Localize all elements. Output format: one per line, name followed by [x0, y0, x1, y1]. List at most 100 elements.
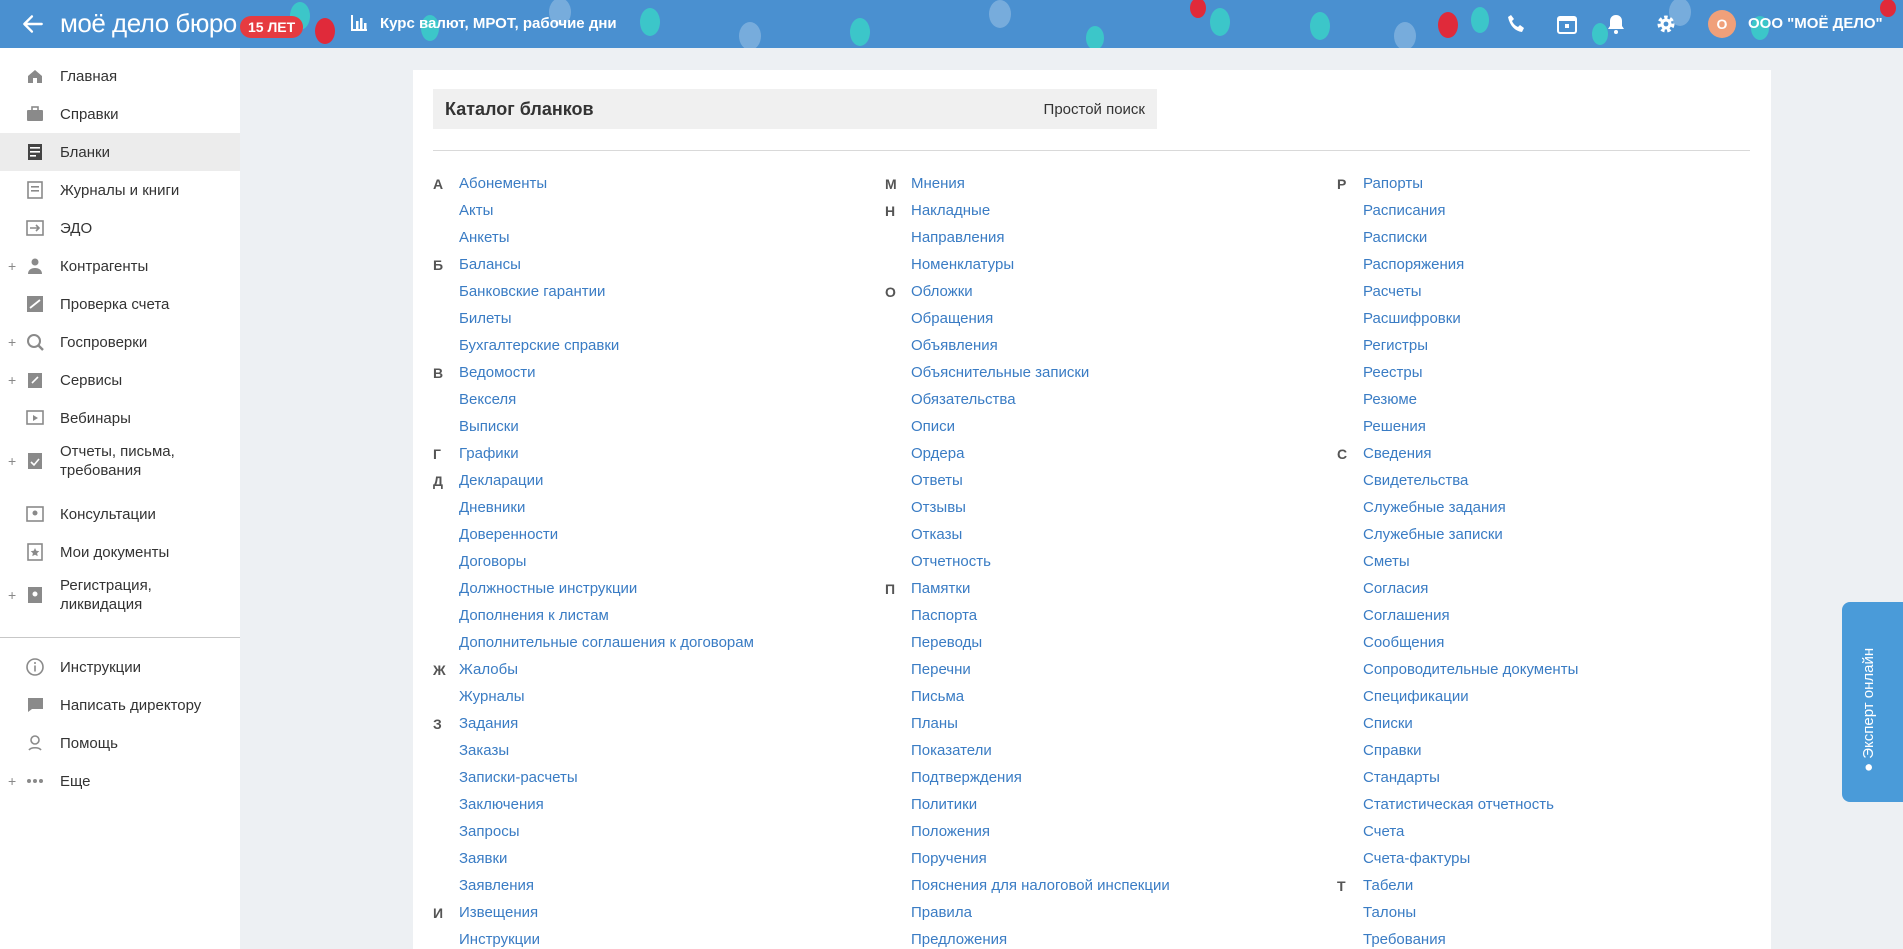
catalog-link[interactable]: Билеты	[459, 310, 511, 327]
catalog-link[interactable]: Объяснительные записки	[911, 364, 1089, 381]
sidebar-item-12[interactable]: Мои документы	[0, 533, 240, 571]
catalog-link[interactable]: Ведомости	[459, 364, 536, 381]
sidebar-item-2[interactable]: Бланки	[0, 133, 240, 171]
sidebar-item-13[interactable]: + Регистрация, ликвидация	[0, 571, 240, 619]
sidebar-item-8[interactable]: + Сервисы	[0, 361, 240, 399]
catalog-link[interactable]: Обложки	[911, 283, 973, 300]
catalog-link[interactable]: Письма	[911, 688, 964, 705]
expand-plus-icon[interactable]: +	[8, 258, 16, 274]
catalog-link[interactable]: Расчеты	[1363, 283, 1422, 300]
catalog-link[interactable]: Записки-расчеты	[459, 769, 578, 786]
catalog-link[interactable]: Договоры	[459, 553, 526, 570]
catalog-link[interactable]: Журналы	[459, 688, 525, 705]
company-name[interactable]: ООО "МОЁ ДЕЛО"	[1748, 15, 1883, 32]
catalog-link[interactable]: Должностные инструкции	[459, 580, 637, 597]
catalog-link[interactable]: Акты	[459, 202, 493, 219]
catalog-link[interactable]: Политики	[911, 796, 977, 813]
catalog-link[interactable]: Счета	[1363, 823, 1404, 840]
sidebar-item-3[interactable]: Журналы и книги	[0, 171, 240, 209]
catalog-link[interactable]: Заключения	[459, 796, 544, 813]
catalog-link[interactable]: Запросы	[459, 823, 520, 840]
logo[interactable]: моё дело бюро	[60, 8, 237, 39]
catalog-link[interactable]: Балансы	[459, 256, 521, 273]
simple-search-link[interactable]: Простой поиск	[1044, 101, 1145, 118]
catalog-link[interactable]: Рапорты	[1363, 175, 1423, 192]
catalog-link[interactable]: Служебные записки	[1363, 526, 1503, 543]
currency-rates-link[interactable]: Курс валют, МРОТ, рабочие дни	[380, 15, 617, 32]
catalog-link[interactable]: Дополнения к листам	[459, 607, 609, 624]
catalog-link[interactable]: Расписки	[1363, 229, 1427, 246]
catalog-link[interactable]: Переводы	[911, 634, 982, 651]
catalog-link[interactable]: Направления	[911, 229, 1005, 246]
sidebar-item-5[interactable]: + Контрагенты	[0, 247, 240, 285]
catalog-link[interactable]: Отчетность	[911, 553, 991, 570]
catalog-link[interactable]: Доверенности	[459, 526, 558, 543]
sidebar-item-7[interactable]: + Госпроверки	[0, 323, 240, 361]
sidebar-item-14[interactable]: Инструкции	[0, 648, 240, 686]
catalog-link[interactable]: Спецификации	[1363, 688, 1469, 705]
catalog-link[interactable]: Сопроводительные документы	[1363, 661, 1578, 678]
catalog-link[interactable]: Графики	[459, 445, 519, 462]
catalog-link[interactable]: Справки	[1363, 742, 1422, 759]
catalog-link[interactable]: Векселя	[459, 391, 516, 408]
catalog-link[interactable]: Соглашения	[1363, 607, 1450, 624]
catalog-link[interactable]: Табели	[1363, 877, 1413, 894]
catalog-link[interactable]: Реестры	[1363, 364, 1423, 381]
sidebar-item-4[interactable]: ЭДО	[0, 209, 240, 247]
catalog-link[interactable]: Сообщения	[1363, 634, 1444, 651]
catalog-link[interactable]: Требования	[1363, 931, 1446, 948]
catalog-link[interactable]: Расписания	[1363, 202, 1445, 219]
catalog-link[interactable]: Дополнительные соглашения к договорам	[459, 634, 754, 651]
phone-icon[interactable]	[1505, 12, 1529, 36]
sidebar-item-10[interactable]: + Отчеты, письма, требования	[0, 437, 240, 485]
catalog-link[interactable]: Анкеты	[459, 229, 510, 246]
catalog-link[interactable]: Заявки	[459, 850, 507, 867]
sidebar-item-0[interactable]: Главная	[0, 57, 240, 95]
catalog-link[interactable]: Памятки	[911, 580, 970, 597]
catalog-link[interactable]: Бухгалтерские справки	[459, 337, 619, 354]
catalog-link[interactable]: Талоны	[1363, 904, 1416, 921]
bell-icon[interactable]	[1604, 12, 1628, 36]
gear-icon[interactable]	[1654, 12, 1678, 36]
catalog-link[interactable]: Стандарты	[1363, 769, 1440, 786]
sidebar-item-16[interactable]: Помощь	[0, 724, 240, 762]
catalog-link[interactable]: Предложения	[911, 931, 1007, 948]
sidebar-item-15[interactable]: Написать директору	[0, 686, 240, 724]
catalog-link[interactable]: Жалобы	[459, 661, 518, 678]
catalog-link[interactable]: Выписки	[459, 418, 519, 435]
sidebar-item-17[interactable]: + Еще	[0, 762, 240, 800]
catalog-link[interactable]: Обращения	[911, 310, 993, 327]
sidebar-item-1[interactable]: Справки	[0, 95, 240, 133]
sidebar-item-6[interactable]: Проверка счета	[0, 285, 240, 323]
avatar[interactable]: О	[1708, 10, 1736, 38]
catalog-link[interactable]: Статистическая отчетность	[1363, 796, 1554, 813]
catalog-link[interactable]: Расшифровки	[1363, 310, 1461, 327]
catalog-link[interactable]: Накладные	[911, 202, 990, 219]
catalog-link[interactable]: Решения	[1363, 418, 1426, 435]
catalog-link[interactable]: Заявления	[459, 877, 534, 894]
back-arrow-icon[interactable]	[20, 11, 46, 37]
catalog-link[interactable]: Пояснения для налоговой инспекции	[911, 877, 1170, 894]
catalog-link[interactable]: Распоряжения	[1363, 256, 1464, 273]
catalog-link[interactable]: Сведения	[1363, 445, 1432, 462]
catalog-link[interactable]: Регистры	[1363, 337, 1428, 354]
catalog-link[interactable]: Отказы	[911, 526, 962, 543]
calendar-icon[interactable]	[1555, 12, 1579, 36]
catalog-link[interactable]: Положения	[911, 823, 990, 840]
catalog-link[interactable]: Счета-фактуры	[1363, 850, 1470, 867]
catalog-link[interactable]: Номенклатуры	[911, 256, 1014, 273]
catalog-link[interactable]: Заказы	[459, 742, 509, 759]
expand-plus-icon[interactable]: +	[8, 773, 16, 789]
catalog-link[interactable]: Ордера	[911, 445, 964, 462]
catalog-link[interactable]: Планы	[911, 715, 958, 732]
catalog-link[interactable]: Декларации	[459, 472, 543, 489]
catalog-link[interactable]: Отзывы	[911, 499, 966, 516]
catalog-link[interactable]: Резюме	[1363, 391, 1417, 408]
catalog-link[interactable]: Правила	[911, 904, 972, 921]
catalog-link[interactable]: Дневники	[459, 499, 525, 516]
catalog-link[interactable]: Банковские гарантии	[459, 283, 605, 300]
sidebar-item-11[interactable]: Консультации	[0, 495, 240, 533]
expand-plus-icon[interactable]: +	[8, 372, 16, 388]
catalog-link[interactable]: Задания	[459, 715, 518, 732]
catalog-link[interactable]: Поручения	[911, 850, 987, 867]
